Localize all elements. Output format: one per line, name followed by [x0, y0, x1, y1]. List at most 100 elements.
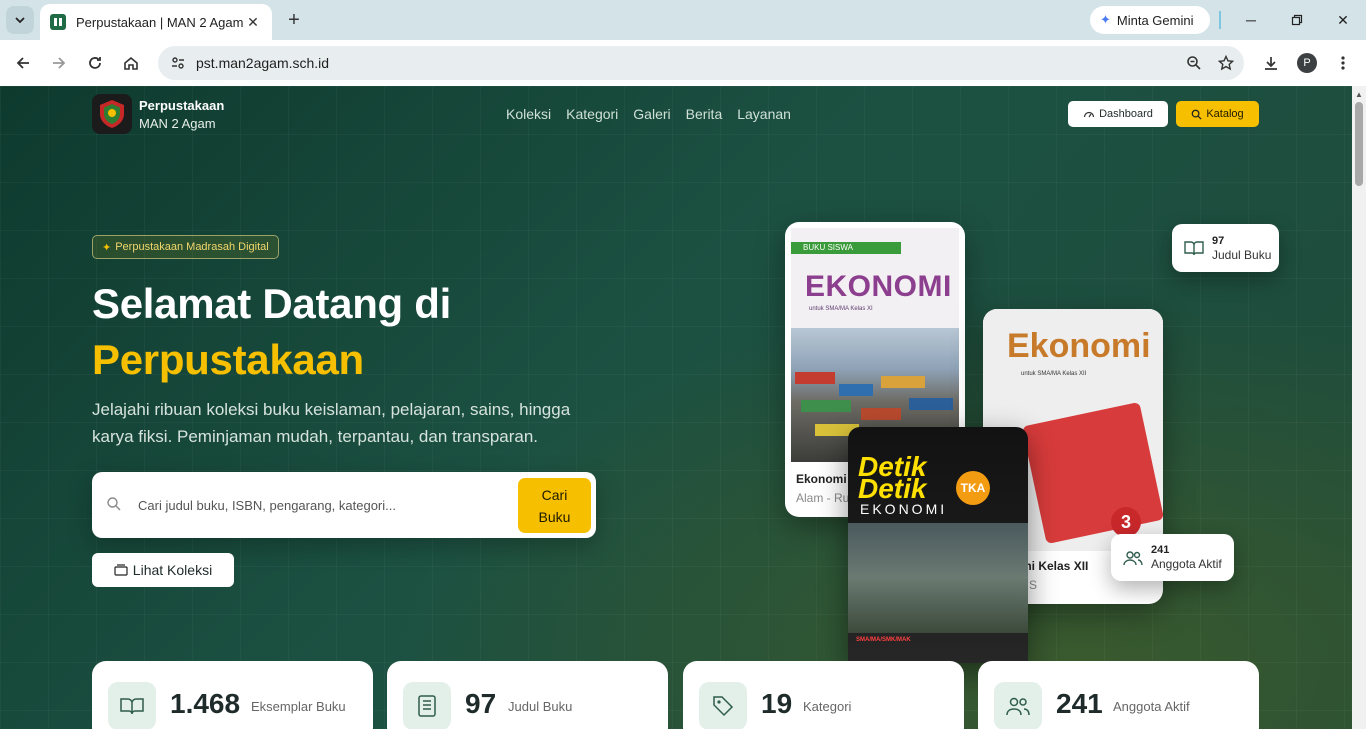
stat-value: 97: [465, 688, 497, 719]
book-open-icon: [1184, 241, 1204, 256]
book-cover-front[interactable]: Detik Detik TKA EKONOMI SMA/MA/SMK/MAK: [848, 427, 1028, 663]
cover-title: EKONOMI: [805, 270, 952, 303]
search-icon: [107, 497, 121, 511]
stat-value: 241: [1056, 688, 1103, 719]
school-logo[interactable]: [92, 94, 132, 134]
nav-koleksi[interactable]: Koleksi: [506, 106, 551, 122]
book-author: Alam - Ru: [796, 491, 850, 505]
site-settings-icon[interactable]: [166, 51, 190, 75]
gemini-button[interactable]: ✦ Minta Gemini: [1090, 6, 1210, 34]
close-window-icon[interactable]: ✕: [1331, 8, 1355, 32]
stat-card-eksemplar: 1.468 Eksemplar Buku: [92, 661, 373, 729]
browser-tab-bar: Perpustakaan | MAN 2 Agam ✕ + ✦ Minta Ge…: [0, 0, 1366, 40]
katalog-button[interactable]: Katalog: [1176, 101, 1259, 127]
cover-subtitle: untuk SMA/MA Kelas XII: [1021, 371, 1087, 377]
bookmark-star-icon[interactable]: [1212, 49, 1240, 77]
download-icon[interactable]: [1259, 51, 1283, 75]
gauge-icon: [1083, 111, 1095, 118]
close-tab-icon[interactable]: ✕: [244, 13, 262, 31]
cover-title: Ekonomi: [1007, 327, 1151, 365]
gemini-sparkle-icon: ✦: [1100, 12, 1111, 27]
page-scrollbar[interactable]: ▲: [1352, 86, 1366, 729]
stat-label: Eksemplar Buku: [251, 699, 346, 714]
chevron-down-icon: [15, 17, 25, 24]
hero-lead: Jelajahi ribuan koleksi buku keislaman, …: [92, 400, 571, 446]
sparkle-icon: ✦: [102, 241, 112, 254]
book-title: mi Kelas XII: [1021, 559, 1089, 573]
cover-volume-number: 3: [1111, 507, 1141, 537]
home-icon[interactable]: [119, 51, 143, 75]
stat-value: 1.468: [170, 688, 241, 719]
hero-title-line1: Selamat Datang di: [92, 280, 451, 327]
lihat-koleksi-button[interactable]: Lihat Koleksi: [92, 553, 234, 587]
cover-calculator-image: [1021, 401, 1163, 545]
main-nav: Koleksi Kategori Galeri Berita Layanan: [506, 106, 791, 122]
restore-icon[interactable]: [1285, 8, 1309, 32]
brand-title[interactable]: Perpustakaan: [139, 98, 224, 113]
cover-subtitle: untuk SMA/MA Kelas XI: [809, 306, 873, 312]
dashboard-label: Dashboard: [1099, 108, 1153, 120]
stat-label: Kategori: [803, 699, 852, 714]
tab-search-button[interactable]: [6, 6, 34, 34]
new-tab-button[interactable]: +: [282, 8, 306, 32]
more-menu-icon[interactable]: [1331, 51, 1355, 75]
tag-icon: [699, 682, 747, 729]
stat-card-kategori: 19 Kategori: [683, 661, 964, 729]
tab-title: Perpustakaan | MAN 2 Agam: [76, 14, 244, 30]
anggota-aktif-badge: 241 Anggota Aktif: [1111, 534, 1234, 581]
users-icon: [994, 682, 1042, 729]
zoom-icon[interactable]: [1180, 49, 1208, 77]
back-icon[interactable]: [11, 51, 35, 75]
hero-title-line2: Perpustakaan: [92, 336, 364, 383]
nav-layanan[interactable]: Layanan: [737, 106, 791, 122]
badge-label: Anggota Aktif: [1151, 557, 1222, 571]
badge-value: 241: [1151, 544, 1170, 556]
badge-label: Judul Buku: [1212, 247, 1272, 262]
brand-subtitle: MAN 2 Agam: [139, 116, 216, 131]
toolbar-divider: [1219, 11, 1221, 29]
hero-search-box: Cari Buku: [92, 472, 596, 538]
scroll-up-arrow-icon[interactable]: ▲: [1355, 90, 1363, 99]
gemini-label: Minta Gemini: [1116, 12, 1194, 28]
dashboard-button[interactable]: Dashboard: [1068, 101, 1168, 127]
profile-avatar[interactable]: P: [1297, 53, 1317, 73]
hero-pill-text: Perpustakaan Madrasah Digital: [115, 241, 269, 253]
nav-kategori[interactable]: Kategori: [566, 106, 618, 122]
users-icon: [1123, 550, 1143, 565]
minimize-icon[interactable]: ─: [1239, 8, 1263, 32]
stat-card-anggota: 241 Anggota Aktif: [978, 661, 1259, 729]
badge-value: 97: [1212, 234, 1225, 247]
book-open-icon: [108, 682, 156, 729]
reload-icon[interactable]: [83, 51, 107, 75]
browser-toolbar: pst.man2agam.sch.id P: [0, 40, 1366, 86]
cover-badge: TKA: [956, 471, 990, 505]
book-author: S: [1029, 578, 1038, 592]
scrollbar-thumb[interactable]: [1355, 102, 1363, 186]
address-bar[interactable]: pst.man2agam.sch.id: [158, 46, 1244, 80]
stat-card-judul: 97 Judul Buku: [387, 661, 668, 729]
book-title: Ekonomi: [796, 472, 847, 486]
search-icon: [1191, 109, 1202, 120]
cover-series-label: BUKU SISWA: [791, 242, 901, 254]
stat-label: Judul Buku: [508, 699, 573, 714]
lihat-koleksi-label: Lihat Koleksi: [132, 562, 213, 578]
browser-tab-active[interactable]: Perpustakaan | MAN 2 Agam ✕: [40, 4, 272, 40]
cover-subtitle: EKONOMI: [860, 501, 948, 517]
stat-label: Anggota Aktif: [1113, 699, 1190, 714]
search-input[interactable]: [138, 490, 508, 520]
hero-pill-badge: ✦ Perpustakaan Madrasah Digital: [92, 235, 279, 259]
list-book-icon: [403, 682, 451, 729]
site-favicon: [50, 14, 66, 30]
archive-icon: [114, 564, 128, 576]
page-viewport: Perpustakaan MAN 2 Agam Koleksi Kategori…: [0, 86, 1352, 729]
search-submit-button[interactable]: Cari Buku: [518, 478, 591, 533]
stat-value: 19: [761, 688, 793, 719]
katalog-label: Katalog: [1206, 108, 1244, 120]
cover-footer: SMA/MA/SMK/MAK: [856, 637, 911, 643]
judul-buku-badge: 97 Judul Buku: [1172, 224, 1279, 272]
cover-students-image: [848, 523, 1028, 633]
forward-icon[interactable]: [47, 51, 71, 75]
url-text: pst.man2agam.sch.id: [196, 55, 330, 71]
nav-berita[interactable]: Berita: [686, 106, 723, 122]
nav-galeri[interactable]: Galeri: [633, 106, 670, 122]
